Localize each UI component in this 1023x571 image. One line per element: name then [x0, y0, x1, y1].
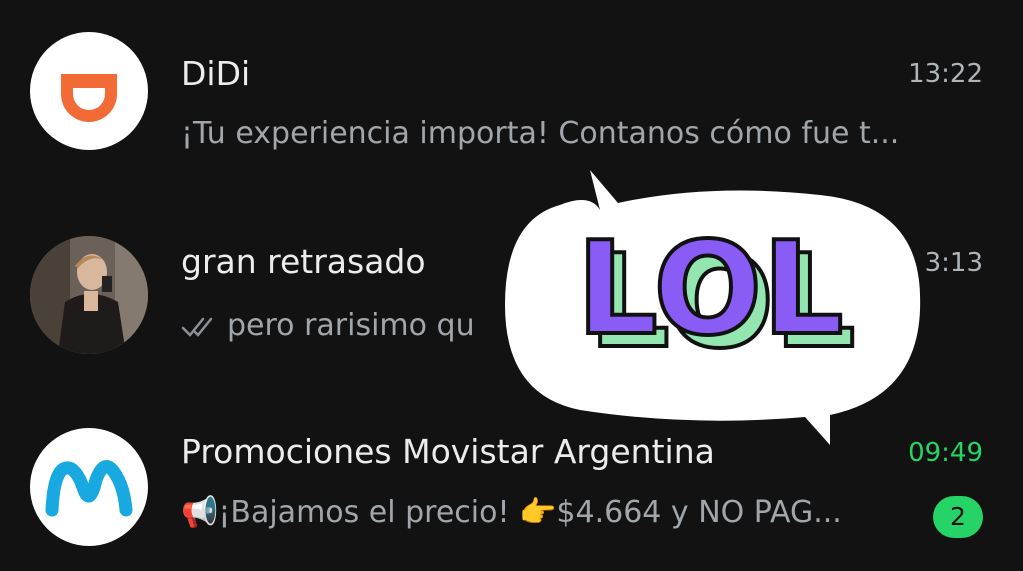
avatar[interactable]: [30, 428, 148, 546]
chat-preview: 📢¡Bajamos el precio! 👉$4.664 y NO PAG...: [181, 495, 842, 530]
profile-photo: [30, 236, 148, 354]
double-check-icon: [181, 317, 213, 337]
unread-badge: 2: [933, 496, 983, 538]
chat-row-didi[interactable]: DiDi 13:22 ¡Tu experiencia importa! Cont…: [0, 0, 1023, 190]
chat-preview: pero rarisimo qu: [181, 308, 475, 343]
chat-preview: ¡Tu experiencia importa! Contanos cómo f…: [181, 116, 900, 151]
chat-name: DiDi: [181, 54, 251, 93]
chat-time: 3:13: [924, 248, 983, 278]
lol-sticker: LOL LOL: [505, 170, 921, 445]
chat-name: gran retrasado: [181, 242, 426, 281]
chat-preview-text: pero rarisimo qu: [227, 308, 475, 343]
movistar-logo-icon: [45, 460, 133, 517]
sticker-text: LOL: [576, 215, 843, 364]
didi-logo-icon: [61, 74, 117, 122]
chat-time: 13:22: [908, 59, 983, 89]
avatar[interactable]: [30, 236, 148, 354]
avatar[interactable]: [30, 32, 148, 150]
